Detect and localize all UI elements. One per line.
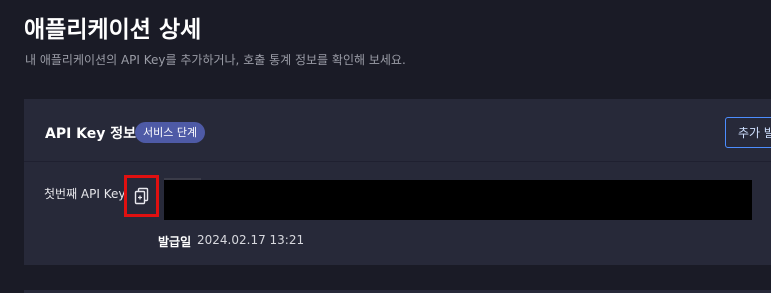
page-title: 애플리케이션 상세 bbox=[24, 17, 202, 43]
status-badge: 서비스 단계 bbox=[135, 122, 206, 143]
api-key-value-redacted bbox=[164, 180, 752, 220]
copy-icon bbox=[134, 187, 150, 205]
api-key-card: API Key 정보 서비스 단계 추가 발 첫번째 API Key 발급일 2… bbox=[24, 99, 771, 265]
issued-date-label: 발급일 bbox=[158, 235, 192, 249]
card-header: API Key 정보 서비스 단계 추가 발 bbox=[24, 99, 771, 162]
page-subtitle: 내 애플리케이션의 API Key를 추가하거나, 호출 통계 정보를 확인해 … bbox=[25, 53, 406, 67]
api-key-label: 첫번째 API Key bbox=[44, 187, 126, 201]
app-detail-page: 애플리케이션 상세 내 애플리케이션의 API Key를 추가하거나, 호출 통… bbox=[0, 0, 771, 293]
add-key-button[interactable]: 추가 발 bbox=[725, 117, 771, 148]
issued-date-value: 2024.02.17 13:21 bbox=[197, 233, 305, 247]
card-title: API Key 정보 bbox=[45, 126, 137, 142]
copy-key-button[interactable] bbox=[124, 175, 159, 217]
